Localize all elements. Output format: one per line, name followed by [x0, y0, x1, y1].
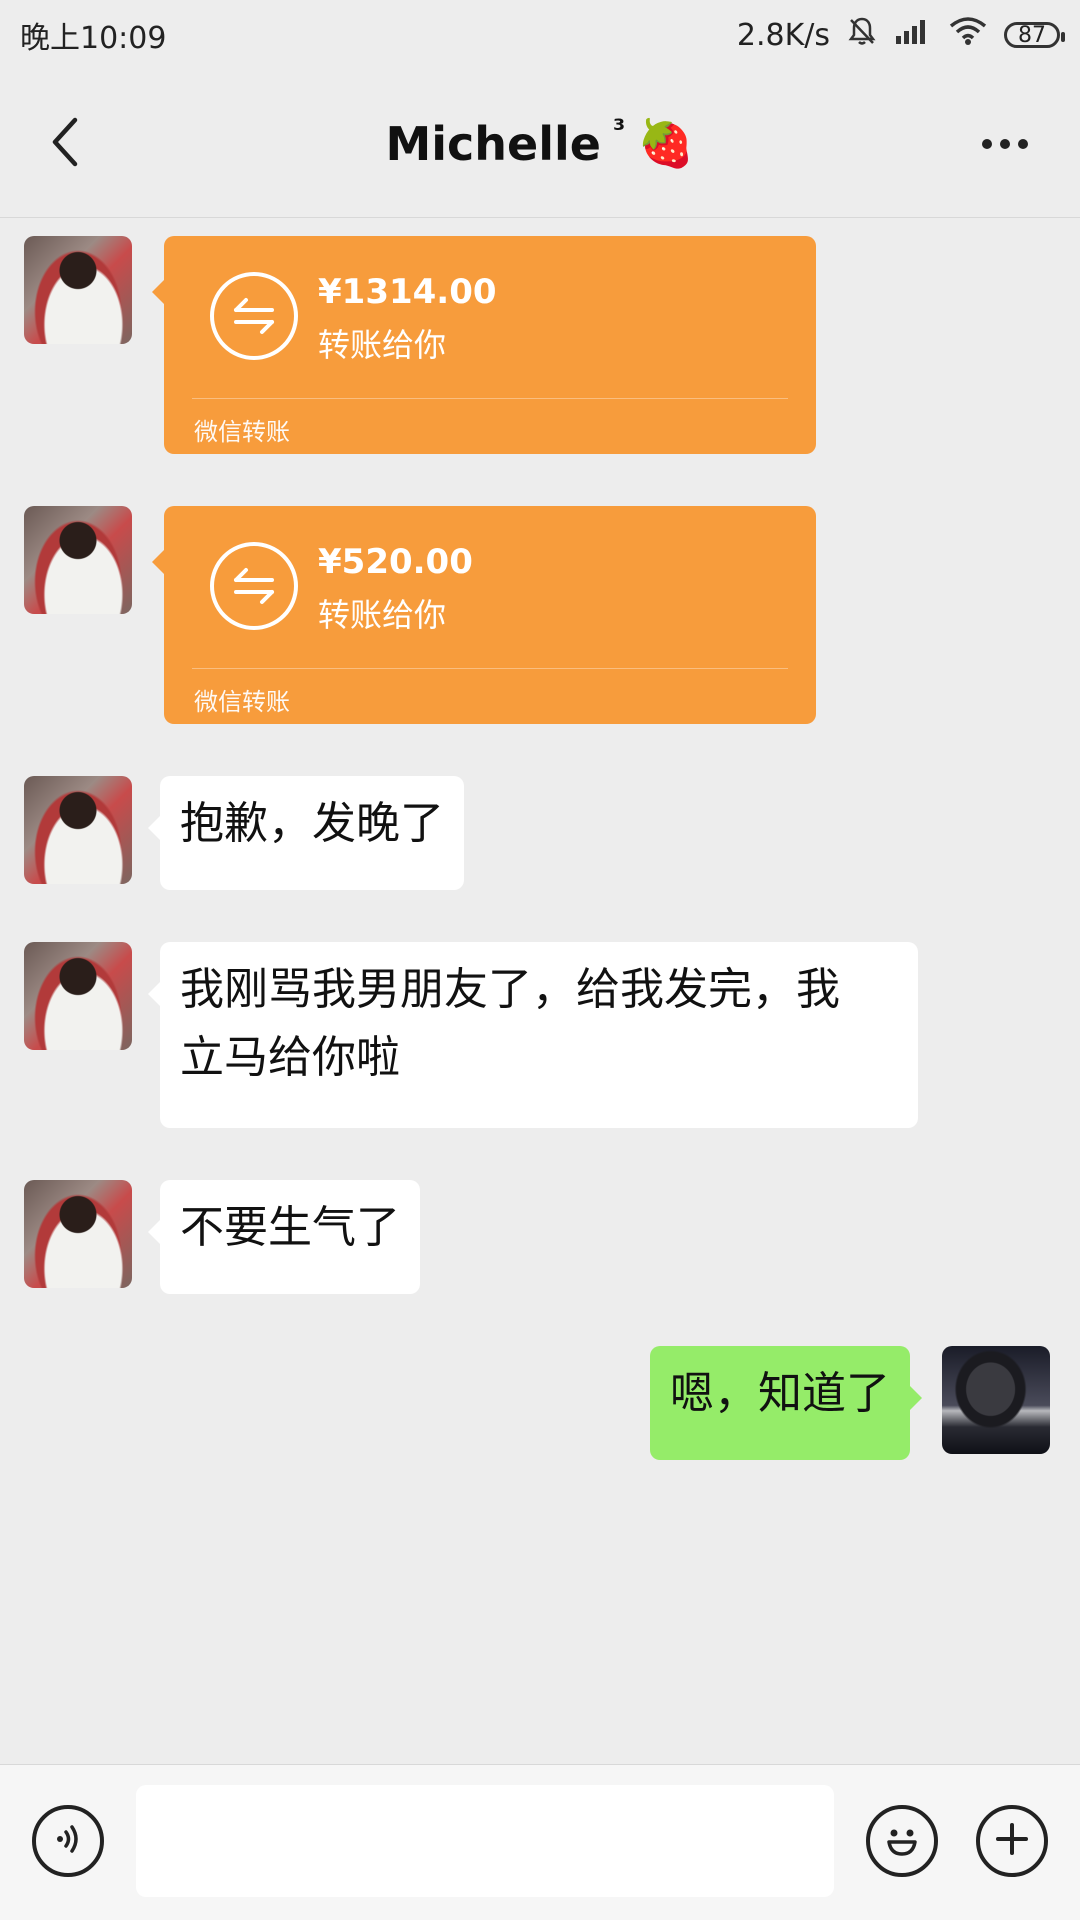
message-input[interactable] — [136, 1785, 834, 1897]
plus-icon — [992, 1819, 1032, 1863]
voice-button[interactable] — [32, 1805, 104, 1877]
contact-superscript: ³ — [612, 113, 626, 146]
transfer-icon — [210, 272, 298, 360]
avatar[interactable] — [24, 236, 132, 344]
message-bubble[interactable]: 不要生气了 — [148, 1180, 420, 1294]
message-text: 嗯，知道了 — [670, 1368, 890, 1419]
avatar[interactable] — [24, 506, 132, 614]
emoji-icon — [877, 1814, 927, 1868]
message-bubble[interactable]: 我刚骂我男朋友了，给我发完，我 立马给你啦 — [148, 942, 918, 1128]
transfer-footer: 微信转账 — [194, 418, 290, 446]
input-bar — [0, 1764, 1080, 1920]
transfer-desc: 转账给你 — [318, 326, 447, 364]
status-time: 晚上10:09 — [20, 21, 167, 56]
transfer-amount: ¥520.00 — [318, 542, 473, 582]
divider — [192, 398, 788, 399]
transfer-icon — [210, 542, 298, 630]
message-text-line: 立马给你啦 — [180, 1032, 400, 1083]
chat-header: Michelle ³ 🍓 — [0, 70, 1080, 218]
avatar[interactable] — [24, 942, 132, 1050]
plus-button[interactable] — [976, 1805, 1048, 1877]
transfer-card[interactable]: ¥520.00 转账给你 微信转账 — [152, 506, 816, 724]
strawberry-icon: 🍓 — [637, 116, 695, 170]
message-bubble[interactable]: 抱歉，发晚了 — [148, 776, 464, 890]
chat-title: Michelle ³ 🍓 — [385, 113, 695, 171]
message-text: 抱歉，发晚了 — [180, 798, 444, 849]
my-avatar[interactable] — [942, 1346, 1050, 1454]
voice-icon — [48, 1819, 88, 1863]
contact-name: Michelle — [385, 116, 601, 171]
back-button[interactable] — [40, 114, 90, 174]
more-dot — [1000, 139, 1010, 149]
chevron-left-icon — [49, 116, 81, 172]
status-bar: 晚上10:09 2.8K/s 87 — [0, 0, 1080, 70]
my-message-bubble[interactable]: 嗯，知道了 — [650, 1346, 922, 1460]
more-dot — [1018, 139, 1028, 149]
avatar[interactable] — [24, 1180, 132, 1288]
transfer-amount: ¥1314.00 — [318, 272, 497, 312]
transfer-footer: 微信转账 — [194, 688, 290, 716]
battery-level: 87 — [1018, 22, 1046, 48]
status-right: 2.8K/s 87 — [736, 15, 1065, 55]
transfer-card[interactable]: ¥1314.00 转账给你 微信转账 — [152, 236, 816, 454]
more-dots-icon — [982, 139, 992, 149]
message-text: 不要生气了 — [180, 1202, 400, 1253]
battery-icon: 87 — [1004, 22, 1065, 48]
mute-bell-icon — [846, 15, 878, 55]
avatar[interactable] — [24, 776, 132, 884]
network-speed: 2.8K/s — [736, 17, 830, 53]
emoji-button[interactable] — [866, 1805, 938, 1877]
divider — [192, 668, 788, 669]
signal-icon — [894, 16, 932, 54]
transfer-desc: 转账给你 — [318, 596, 447, 634]
wifi-icon — [948, 16, 988, 54]
message-text-line: 我刚骂我男朋友了，给我发完，我 — [180, 964, 840, 1015]
more-button[interactable] — [970, 114, 1040, 174]
